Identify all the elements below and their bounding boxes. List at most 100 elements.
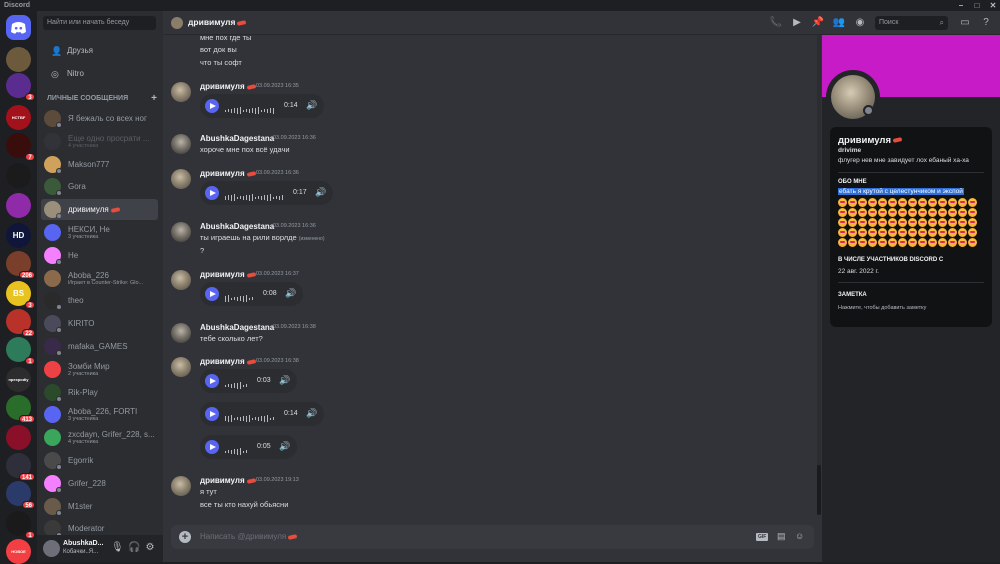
minimize-icon[interactable]: –	[954, 0, 968, 11]
dm-item[interactable]: Еще одно просрати ... 4 участника	[41, 131, 158, 152]
maximize-icon[interactable]: □	[970, 0, 984, 11]
server-icon[interactable]	[6, 163, 31, 188]
volume-icon[interactable]: 🔊	[285, 288, 296, 299]
message-author[interactable]: дривимуля	[200, 357, 256, 366]
waveform[interactable]	[225, 377, 249, 390]
dm-item[interactable]: KIRITO	[41, 313, 158, 334]
close-icon[interactable]: ✕	[986, 0, 1000, 11]
server-icon[interactable]: 1	[6, 511, 35, 539]
waveform[interactable]	[225, 290, 255, 303]
server-icon[interactable]: BS 3	[6, 281, 35, 309]
inbox-icon[interactable]: ▭	[958, 16, 972, 30]
note-input[interactable]: Нажмите, чтобы добавить заметку	[838, 305, 926, 311]
volume-icon[interactable]: 🔊	[306, 408, 317, 419]
waveform[interactable]	[225, 102, 276, 115]
dm-item[interactable]: zxcdayn, Grifer_228, s... 4 участника	[41, 427, 158, 448]
dm-item[interactable]: Grifer_228	[41, 473, 158, 494]
avatar[interactable]	[171, 357, 191, 377]
headphones-icon[interactable]: 🎧	[128, 542, 140, 554]
dm-item[interactable]: mafaka_GAMES	[41, 336, 158, 357]
play-button[interactable]	[205, 99, 219, 113]
avatar[interactable]	[171, 82, 191, 102]
waveform[interactable]	[225, 189, 285, 202]
server-icon[interactable]: НОВОЕ	[6, 539, 31, 564]
avatar[interactable]	[171, 169, 191, 189]
message-author[interactable]: дривимуля	[200, 82, 256, 91]
avatar[interactable]	[171, 134, 191, 154]
dm-item[interactable]: Makson777	[41, 154, 158, 175]
video-call-icon[interactable]: ▶	[790, 16, 804, 30]
dm-item[interactable]: Зомби Мир 2 участника	[41, 359, 158, 380]
server-icon[interactable]: 56	[6, 481, 35, 509]
friends-link[interactable]: 👤 Друзья	[43, 41, 156, 61]
dm-item[interactable]: Aboba_226, FORTI 3 участника	[41, 404, 158, 425]
volume-icon[interactable]: 🔊	[315, 187, 326, 198]
home-button[interactable]	[6, 15, 31, 40]
play-button[interactable]	[205, 440, 219, 454]
dm-item[interactable]: Rik-Play	[41, 382, 158, 403]
server-icon[interactable]: 413	[6, 395, 35, 423]
waveform[interactable]	[225, 443, 249, 456]
search-input[interactable]: Поиск ⌕	[875, 16, 948, 30]
help-icon[interactable]: ?	[979, 16, 993, 30]
server-icon[interactable]: 22	[6, 309, 35, 337]
find-conversation-input[interactable]: Найти или начать беседу	[43, 16, 156, 30]
play-button[interactable]	[205, 186, 219, 200]
server-icon[interactable]	[6, 193, 31, 218]
server-icon[interactable]	[6, 47, 31, 72]
message-author[interactable]: AbushkaDagestana	[200, 134, 274, 143]
dm-item[interactable]: Я бежаль со всех ног	[41, 108, 158, 129]
dm-item[interactable]: НЕКСИ, Не 3 участника	[41, 222, 158, 243]
dm-item[interactable]: дривимуля	[41, 199, 158, 221]
gif-button[interactable]: GIF	[756, 533, 769, 541]
dm-item[interactable]: theo	[41, 290, 158, 311]
dm-item[interactable]: Aboba_226 Играет в Counter-Strike: Glo...	[41, 268, 158, 289]
sticker-icon[interactable]: ▤	[777, 531, 786, 542]
dm-item[interactable]: Egorrik	[41, 450, 158, 471]
server-icon[interactable]: HD	[6, 223, 31, 248]
avatar[interactable]	[171, 270, 191, 290]
waveform[interactable]	[225, 410, 276, 423]
message-author[interactable]: дривимуля	[200, 169, 256, 178]
play-button[interactable]	[205, 407, 219, 421]
chat-scrollbar-track[interactable]	[817, 35, 821, 515]
server-icon[interactable]: HCTBF	[6, 105, 31, 130]
status-indicator	[56, 509, 62, 516]
volume-icon[interactable]: 🔊	[306, 100, 317, 111]
server-icon[interactable]: 1	[6, 337, 35, 365]
microphone-icon[interactable]: 🎙	[111, 542, 124, 554]
emoji-icon[interactable]: ☺	[795, 531, 804, 541]
message-author[interactable]: AbushkaDagestana	[200, 323, 274, 332]
avatar[interactable]	[171, 476, 191, 496]
voice-call-icon[interactable]: 📞	[769, 16, 783, 30]
create-dm-plus-icon[interactable]: +	[151, 93, 157, 104]
avatar[interactable]	[171, 323, 191, 343]
dm-item[interactable]: M1ster	[41, 496, 158, 517]
dm-item[interactable]: Gora	[41, 176, 158, 197]
waveform-bar	[234, 383, 235, 389]
message-composer[interactable]: + Написать @дривимуля GIF ▤ ☺	[171, 525, 814, 549]
user-profile-icon[interactable]: ◉	[853, 16, 867, 30]
pin-icon[interactable]: 📌	[811, 16, 825, 30]
server-icon[interactable]: 206	[6, 251, 35, 279]
message-author[interactable]: AbushkaDagestana	[200, 222, 274, 231]
dm-item[interactable]: Не	[41, 245, 158, 266]
volume-icon[interactable]: 🔊	[279, 375, 290, 386]
server-icon[interactable]: npexpodiy	[6, 367, 31, 392]
message-author[interactable]: дривимуля	[200, 476, 256, 485]
add-friend-icon[interactable]: 👥	[832, 16, 846, 30]
server-icon[interactable]: 3	[6, 73, 35, 101]
avatar[interactable]	[171, 222, 191, 242]
play-button[interactable]	[205, 287, 219, 301]
chat-scrollbar-thumb[interactable]	[817, 465, 821, 515]
server-icon[interactable]: 141	[6, 453, 35, 481]
server-icon[interactable]: 7	[6, 133, 35, 161]
nitro-link[interactable]: ◎ Nitro	[43, 64, 156, 84]
volume-icon[interactable]: 🔊	[279, 441, 290, 452]
avatar[interactable]	[43, 540, 60, 557]
play-button[interactable]	[205, 374, 219, 388]
server-icon[interactable]	[6, 425, 31, 450]
attach-plus-icon[interactable]: +	[179, 531, 191, 543]
gear-icon[interactable]: ⚙	[145, 542, 155, 554]
message-author[interactable]: дривимуля	[200, 270, 256, 279]
